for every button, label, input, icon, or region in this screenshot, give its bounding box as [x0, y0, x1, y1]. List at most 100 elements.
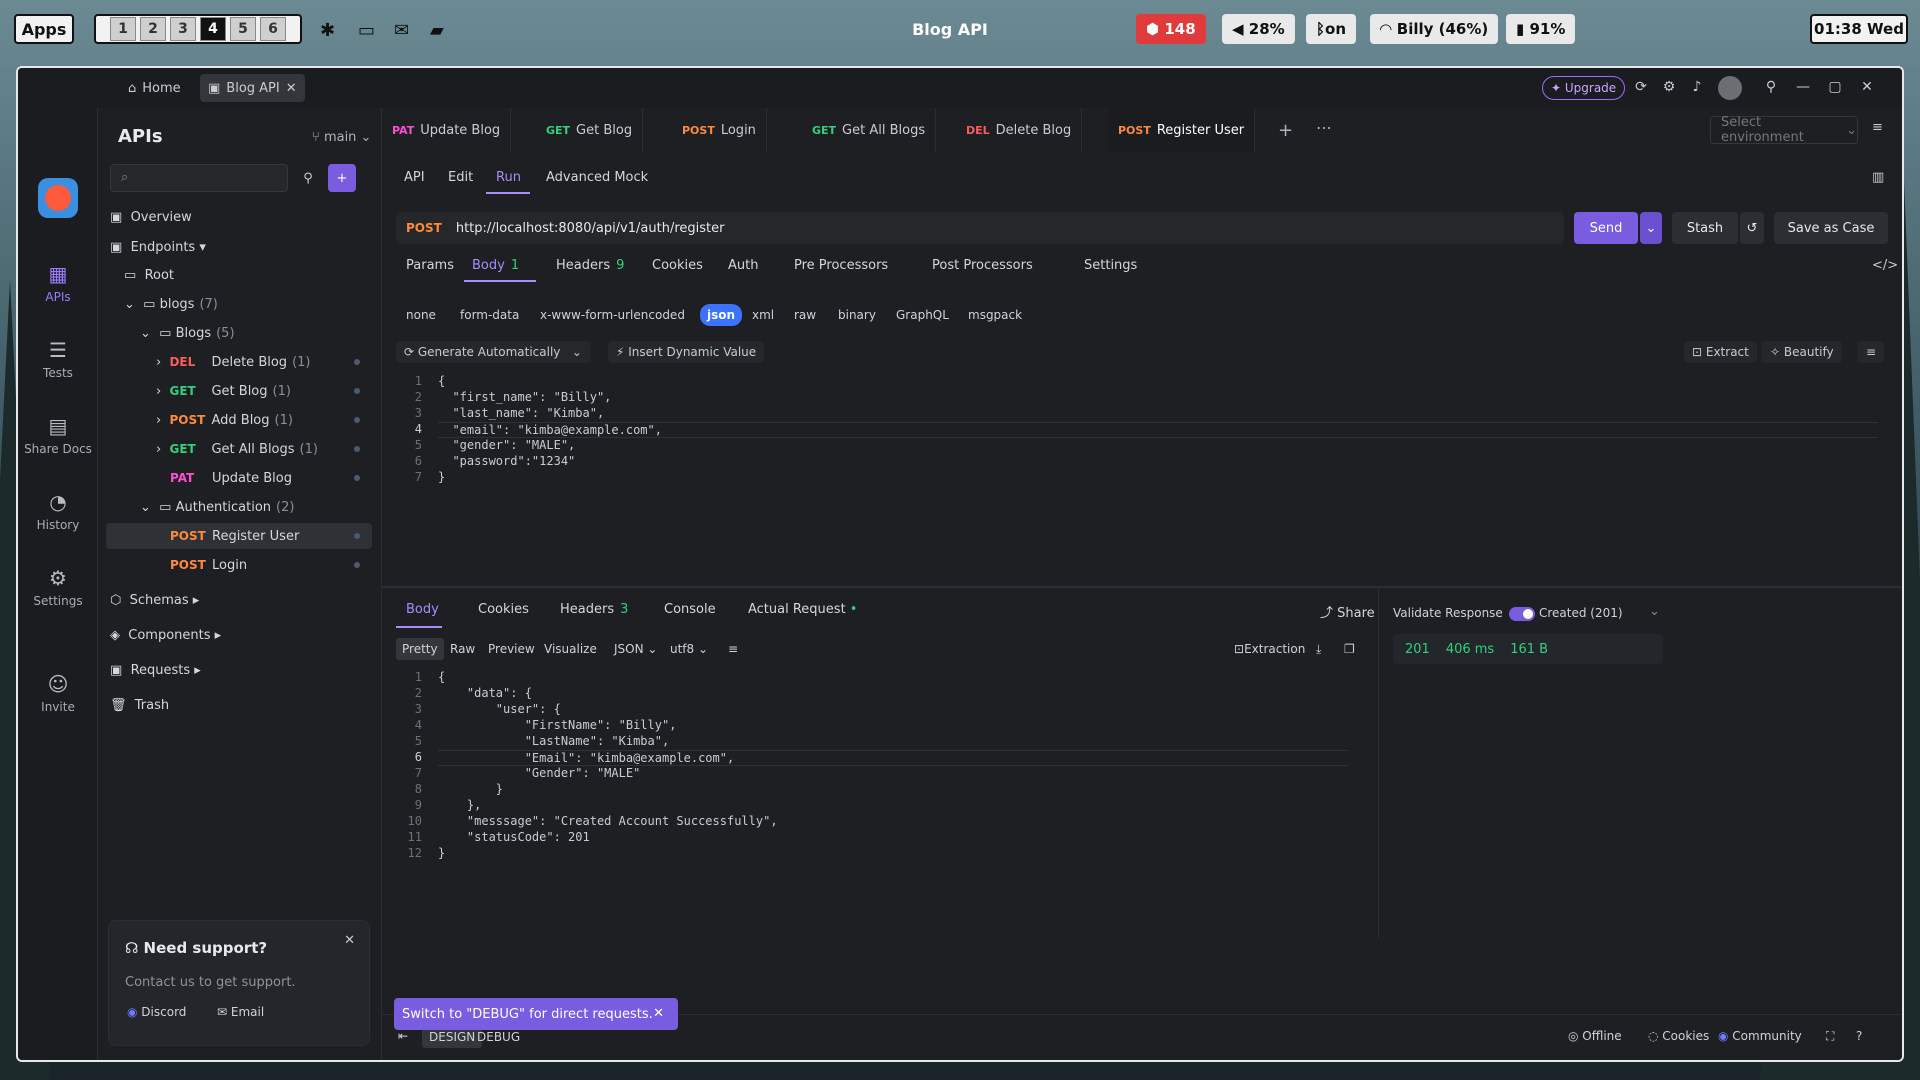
tab-advanced-mock[interactable]: Advanced Mock [546, 170, 648, 185]
send-dropdown[interactable]: ⌄ [1640, 212, 1662, 244]
workspace-4[interactable]: 4 [200, 17, 226, 41]
refresh-icon[interactable]: ⟳ [1632, 79, 1650, 97]
chevron-down-icon[interactable]: ⌄ [1649, 604, 1660, 619]
battery-indicator[interactable]: ▮ 91% [1506, 14, 1576, 44]
wrap-icon[interactable]: ≡ [722, 638, 744, 660]
response-tab-cookies[interactable]: Cookies [478, 602, 529, 617]
format-raw[interactable]: Raw [444, 638, 481, 660]
blog-api-tab[interactable]: ▣ Blog API ✕ [200, 74, 305, 102]
history-button[interactable]: ↺ [1740, 212, 1764, 244]
body-type-raw[interactable]: raw [794, 304, 816, 326]
help-icon[interactable]: ? [1856, 1029, 1862, 1043]
upgrade-button[interactable]: ✦ Upgrade [1542, 76, 1626, 100]
notification-counter[interactable]: ⬢ 148 [1136, 14, 1206, 44]
more-icon[interactable]: ⋯ [1316, 118, 1332, 137]
home-tab[interactable]: ⌂ Home [120, 74, 189, 102]
tab-run[interactable]: Run [496, 170, 521, 185]
pin-icon[interactable]: ⚲ [1762, 79, 1780, 97]
bell-icon[interactable]: ♪ [1688, 79, 1706, 97]
tab-body[interactable]: Body 1 [472, 258, 519, 273]
rail-tests[interactable]: ☰ Tests [18, 338, 98, 380]
wifi-indicator[interactable]: ◠ Billy (46%) [1370, 14, 1499, 44]
save-as-case-button[interactable]: Save as Case [1774, 212, 1888, 244]
workspace-1[interactable]: 1 [110, 17, 136, 41]
body-type-form-data[interactable]: form-data [460, 304, 519, 326]
folder-blogs[interactable]: ⌄ ▭ blogs (7) [106, 291, 372, 317]
branch-selector[interactable]: ⑂ main ⌄ [312, 130, 371, 145]
community-button[interactable]: ◉ Community [1718, 1029, 1802, 1043]
endpoint-update-blog[interactable]: PAT Update Blog [106, 465, 372, 491]
endpoint-register-user[interactable]: POST Register User [106, 523, 372, 549]
sidebar-item-overview[interactable]: ▣ Overview [106, 204, 372, 230]
avatar[interactable] [1718, 76, 1742, 100]
sidebar-item-components[interactable]: ◈ Components ▸ [106, 622, 372, 648]
body-type-msgpack[interactable]: msgpack [968, 304, 1022, 326]
share-button[interactable]: ⤴ Share [1320, 602, 1375, 621]
email-link[interactable]: ✉ Email [217, 1005, 264, 1019]
request-tab[interactable]: DEL Delete Blog [956, 108, 1083, 152]
response-status-select[interactable]: Created (201) [1539, 606, 1623, 620]
volume-indicator[interactable]: ◀ 28% [1222, 14, 1295, 44]
body-type-none[interactable]: none [406, 304, 436, 326]
mail-icon[interactable]: ✉ [394, 20, 416, 41]
add-button[interactable]: + [328, 164, 356, 192]
response-tab-headers[interactable]: Headers 3 [560, 602, 628, 617]
tab-auth[interactable]: Auth [728, 258, 758, 273]
copy-icon[interactable]: ❐ [1338, 638, 1361, 660]
request-body-editor[interactable]: 1 { 2 "first_name": "Billy", 3 "last_name… [396, 374, 1890, 580]
response-tab-body[interactable]: Body [406, 602, 439, 617]
chatgpt-icon[interactable]: ✱ [320, 20, 342, 41]
code-icon[interactable]: </> [1872, 258, 1898, 273]
search-input[interactable]: ⌕ [110, 164, 288, 192]
tab-params[interactable]: Params [406, 258, 454, 273]
response-tab-actual-request[interactable]: Actual Request • [748, 602, 857, 617]
tab-post-processors[interactable]: Post Processors [932, 258, 1033, 273]
folder-blogs-sub[interactable]: ⌄ ▭ Blogs (5) [106, 320, 372, 346]
browser-icon[interactable]: ▭ [358, 20, 380, 41]
endpoint-delete-blog[interactable]: › DEL Delete Blog (1) [106, 349, 372, 375]
url-input[interactable]: http://localhost:8080/api/v1/auth/regist… [456, 221, 725, 236]
format-json-select[interactable]: JSON ⌄ [608, 638, 663, 660]
endpoint-login[interactable]: POST Login [106, 552, 372, 578]
bluetooth-indicator[interactable]: ᛒ on [1306, 14, 1356, 44]
discord-link[interactable]: ◉ Discord [127, 1005, 186, 1019]
insert-dynamic-value-button[interactable]: ⚡ Insert Dynamic Value [608, 341, 765, 363]
generate-automatically-button[interactable]: ⟳ Generate Automatically ⌄ [396, 341, 590, 363]
clock[interactable]: 01:38 Wed [1810, 14, 1908, 44]
endpoint-add-blog[interactable]: › POST Add Blog (1) [106, 407, 372, 433]
cookies-button[interactable]: ◌ Cookies [1648, 1029, 1709, 1043]
workspace-2[interactable]: 2 [140, 17, 166, 41]
close-icon[interactable]: ✕ [653, 1006, 664, 1021]
toggle-switch[interactable] [1508, 606, 1535, 621]
folder-authentication[interactable]: ⌄ ▭ Authentication (2) [106, 494, 372, 520]
format-preview[interactable]: Preview [482, 638, 541, 660]
tab-pre-processors[interactable]: Pre Processors [794, 258, 888, 273]
workspace-6[interactable]: 6 [260, 17, 286, 41]
body-type-json[interactable]: json [700, 304, 743, 326]
response-tab-console[interactable]: Console [664, 602, 716, 617]
sidebar-item-endpoints[interactable]: ▣ Endpoints ▾ [106, 234, 372, 260]
extraction-button[interactable]: ⊡ Extraction [1228, 638, 1311, 660]
request-tab-active[interactable]: POST Register User [1108, 108, 1256, 152]
validate-response-toggle[interactable]: Validate Response [1393, 606, 1535, 621]
minimize-icon[interactable]: — [1794, 79, 1812, 97]
send-button[interactable]: Send [1574, 212, 1638, 244]
gift-icon[interactable]: ⛶ [1826, 1029, 1834, 1044]
workspace-3[interactable]: 3 [170, 17, 196, 41]
tab-settings[interactable]: Settings [1084, 258, 1137, 273]
sidebar-item-trash[interactable]: 🗑 Trash [106, 692, 372, 718]
sidebar-item-requests[interactable]: ▣ Requests ▸ [106, 657, 372, 683]
request-tab[interactable]: PAT Update Blog [382, 108, 512, 152]
tab-edit[interactable]: Edit [448, 170, 473, 185]
rail-share-docs[interactable]: ▤ Share Docs [18, 414, 98, 456]
tab-api[interactable]: API [404, 170, 425, 185]
body-type-graphql[interactable]: GraphQL [896, 304, 949, 326]
format-pretty[interactable]: Pretty [396, 638, 444, 660]
tab-headers[interactable]: Headers 9 [556, 258, 624, 273]
apps-button[interactable]: Apps [14, 14, 74, 44]
method-select[interactable]: POST [406, 221, 442, 235]
body-type-binary[interactable]: binary [838, 304, 876, 326]
rail-history[interactable]: ◔ History [18, 490, 98, 532]
collapse-icon[interactable]: ⇤ [398, 1029, 408, 1043]
wrap-icon[interactable]: ≡ [1858, 341, 1885, 363]
